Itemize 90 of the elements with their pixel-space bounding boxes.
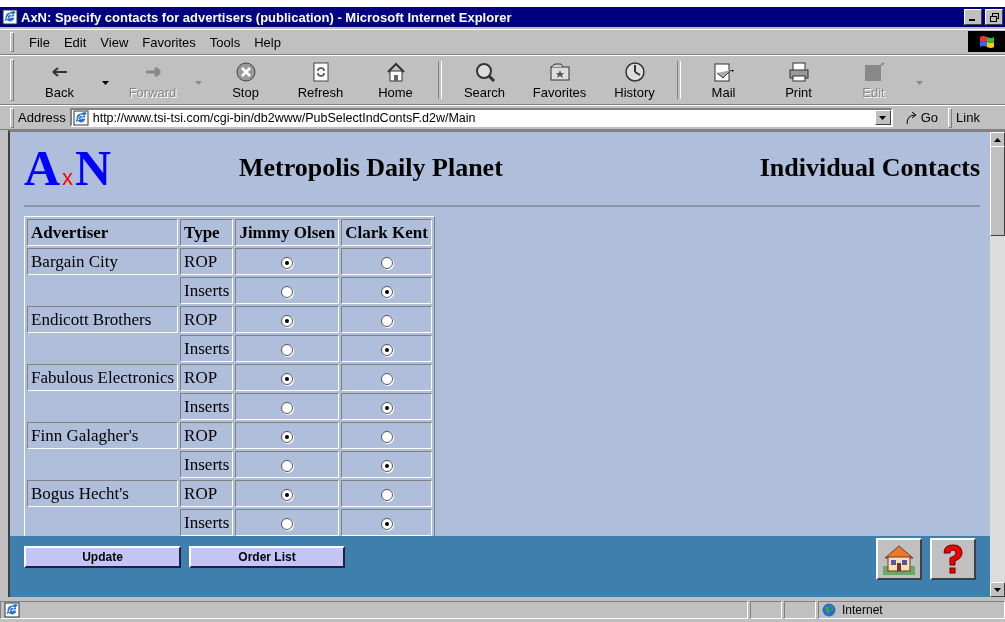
address-label: Address (18, 110, 66, 125)
browser-icon (2, 9, 18, 25)
toolbar-button[interactable]: Mail (686, 58, 761, 102)
scrollbar-thumb[interactable] (990, 146, 1005, 236)
table-cell: ROP (180, 248, 234, 275)
radio-button[interactable] (281, 401, 294, 414)
table-cell: Inserts (180, 393, 234, 420)
minimize-button[interactable] (964, 9, 982, 25)
toolbar-button[interactable]: Stop (208, 58, 283, 102)
page-icon (4, 602, 20, 618)
radio-button[interactable] (281, 343, 294, 356)
axn-logo: AxN (24, 143, 113, 193)
clock-icon (623, 60, 646, 83)
window-title: AxN: Specify contacts for advertisers (publication) - Microsoft Internet Explorer (21, 9, 513, 25)
radio-button[interactable] (281, 256, 294, 269)
address-field[interactable]: http://www.tsi-tsi.com/cgi-bin/db2www/PubSelectIndContsF.d2w/Main (69, 108, 893, 127)
radio-button[interactable] (281, 488, 294, 501)
status-pane (750, 601, 782, 619)
table-cell: ROP (180, 306, 234, 333)
up-arrow-icon[interactable] (994, 137, 1001, 142)
table-cell: Inserts (180, 451, 234, 478)
table-cell: Bogus Hecht's (27, 480, 179, 507)
help-button[interactable] (930, 538, 976, 580)
radio-button[interactable] (380, 372, 393, 385)
radio-button[interactable] (281, 430, 294, 443)
table-cell: Inserts (180, 335, 234, 362)
toolbar-button[interactable]: Print (761, 58, 836, 102)
toolbar-button[interactable]: Refresh (283, 58, 358, 102)
printer-icon (787, 60, 810, 83)
radio-button[interactable] (281, 459, 294, 472)
radio-button[interactable] (380, 430, 393, 443)
restore-icon (989, 12, 999, 22)
table-cell: Endicott Brothers (27, 306, 179, 333)
table-cell: Inserts (180, 509, 234, 536)
links-label[interactable]: Link (956, 110, 980, 125)
mail-icon (712, 60, 735, 83)
radio-button[interactable] (281, 314, 294, 327)
radio-button[interactable] (281, 517, 294, 530)
vertical-scrollbar[interactable] (990, 132, 1005, 597)
order-list-button[interactable]: Order List (189, 546, 345, 568)
toolbar-button[interactable]: Favorites (522, 58, 597, 102)
search-icon (473, 60, 496, 83)
radio-button[interactable] (380, 517, 393, 530)
publication-title: Metropolis Daily Planet (239, 153, 504, 183)
column-header: Clark Kent (341, 219, 432, 246)
column-header: Type (180, 219, 234, 246)
toolbar-button[interactable]: Home (358, 58, 433, 102)
zone-label: Internet (842, 603, 883, 617)
column-header: Jimmy Olsen (235, 219, 340, 246)
page-heading: Individual Contacts (759, 153, 980, 183)
menu-item[interactable]: Help (247, 32, 288, 52)
toolbar-button[interactable]: Back (22, 58, 97, 102)
go-button[interactable]: Go (896, 110, 945, 125)
down-arrow-icon[interactable] (994, 587, 1001, 592)
toolbar-button[interactable]: History (597, 58, 672, 102)
radio-button[interactable] (380, 488, 393, 501)
menu-item[interactable]: View (93, 32, 136, 52)
table-cell: Bargain City (27, 248, 179, 275)
table-cell: Inserts (180, 277, 234, 304)
square-icon (862, 60, 885, 83)
globe-icon (822, 603, 836, 617)
windows-logo-icon (968, 31, 1005, 52)
restore-button[interactable] (985, 9, 1003, 25)
radio-button[interactable] (380, 256, 393, 269)
page-icon (72, 109, 89, 126)
table-cell: ROP (180, 422, 234, 449)
table-cell: Fabulous Electronics (27, 364, 179, 391)
stop-icon (234, 60, 257, 83)
menu-item[interactable]: File (22, 32, 57, 52)
radio-button[interactable] (281, 285, 294, 298)
radio-button[interactable] (380, 459, 393, 472)
menu-item[interactable]: Favorites (135, 32, 203, 52)
table-cell: ROP (180, 364, 234, 391)
menu-item[interactable]: Edit (56, 32, 94, 52)
menu-item[interactable]: Tools (202, 32, 248, 52)
radio-button[interactable] (380, 314, 393, 327)
radio-button[interactable] (380, 285, 393, 298)
update-button[interactable]: Update (24, 546, 181, 568)
folder-icon (548, 60, 571, 83)
radio-button[interactable] (380, 343, 393, 356)
table-cell: Finn Galagher's (27, 422, 179, 449)
radio-button[interactable] (281, 372, 294, 385)
toolbar-button[interactable]: Search (447, 58, 522, 102)
status-pane (784, 601, 816, 619)
column-header: Advertiser (27, 219, 179, 246)
radio-button[interactable] (380, 401, 393, 414)
curved-arrow-icon (904, 110, 919, 125)
table-cell: ROP (180, 480, 234, 507)
dropdown-caret-icon[interactable] (102, 81, 109, 85)
home-button[interactable] (876, 538, 922, 580)
